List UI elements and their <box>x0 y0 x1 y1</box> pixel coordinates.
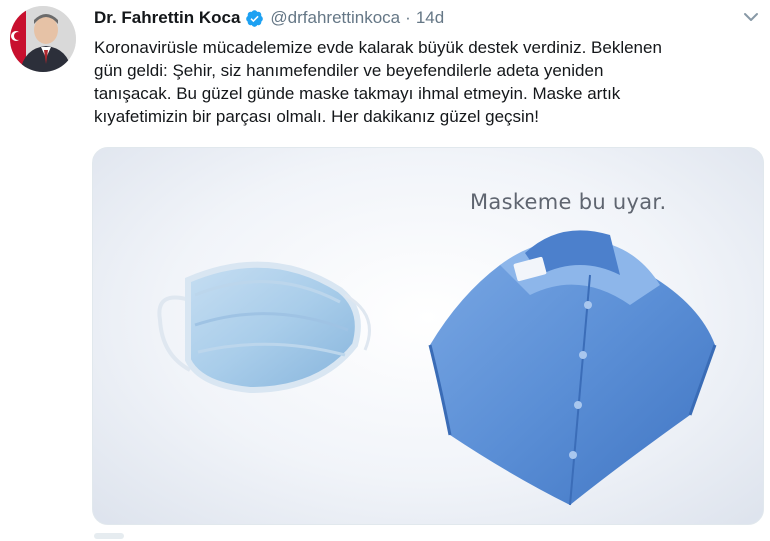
verified-badge-icon <box>246 9 264 27</box>
surgical-mask-image <box>157 261 371 394</box>
author-name[interactable]: Dr. Fahrettin Koca <box>94 8 240 28</box>
next-tweet-hint <box>94 533 124 539</box>
author-handle[interactable]: @drfahrettinkoca <box>270 8 400 28</box>
folded-blue-shirt-image <box>428 230 717 506</box>
avatar[interactable] <box>10 6 76 72</box>
tweet[interactable]: Dr. Fahrettin Koca @drfahrettinkoca · 14… <box>0 0 770 541</box>
separator-dot: · <box>405 8 411 27</box>
tweet-timestamp[interactable]: 14d <box>416 8 444 28</box>
tweet-header: Dr. Fahrettin Koca @drfahrettinkoca · 14… <box>94 6 444 30</box>
avatar-image <box>10 6 76 72</box>
chevron-down-icon[interactable] <box>742 10 760 24</box>
tweet-text: Koronavirüsle mücadelemize evde kalarak … <box>94 38 662 126</box>
media-caption: Maskeme bu uyar. <box>470 190 667 214</box>
